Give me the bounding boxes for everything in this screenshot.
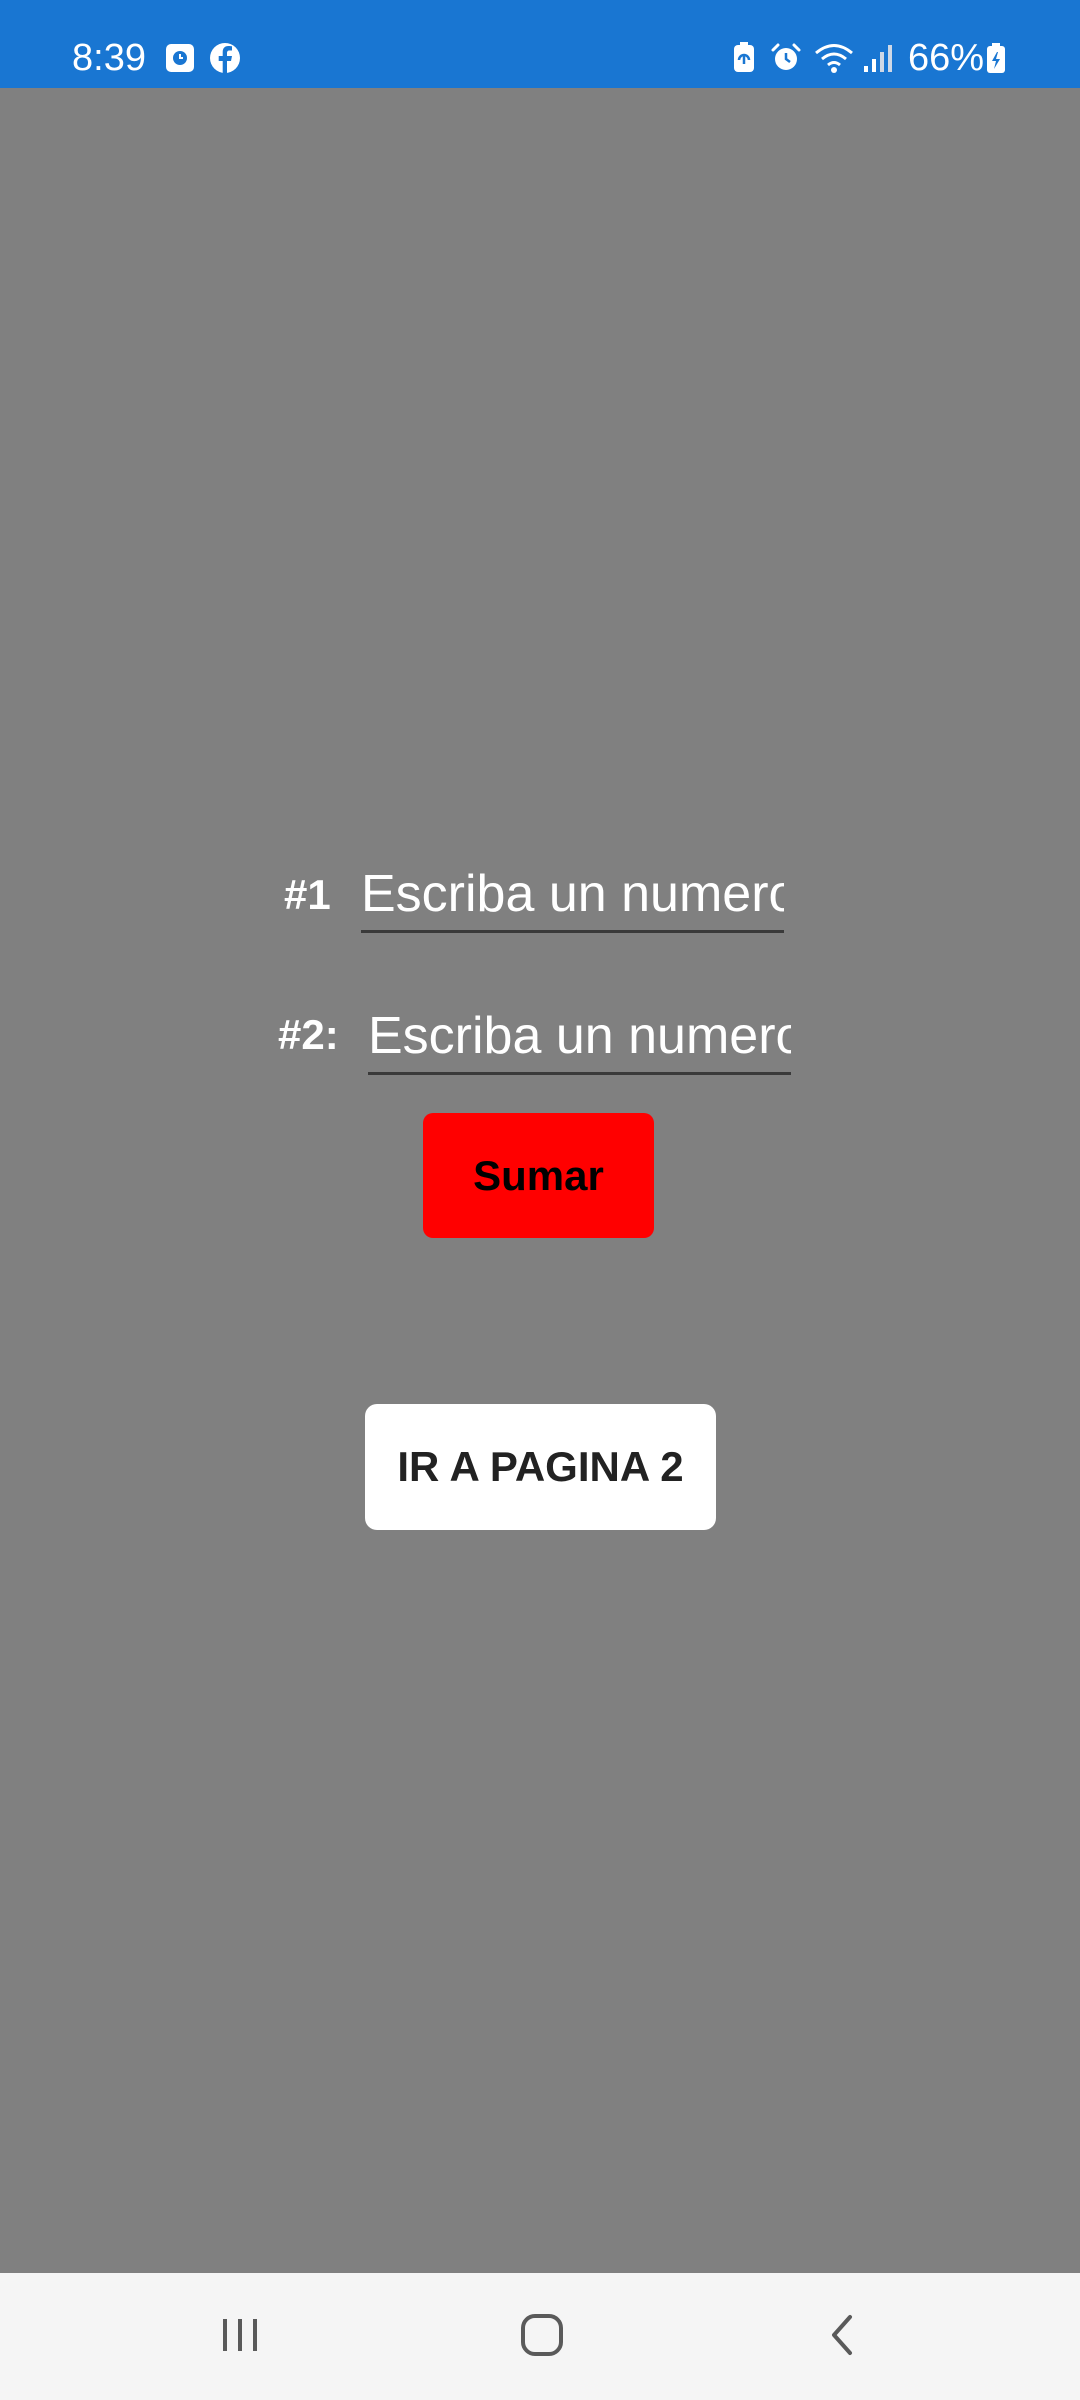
- go-to-page-2-button[interactable]: IR A PAGINA 2: [365, 1404, 716, 1530]
- app-screen: 8:39 66% #1 Escriba un numero #2: Escrib…: [0, 0, 1080, 2400]
- battery-percentage: 66%: [908, 37, 985, 79]
- battery-saver-icon: [728, 42, 760, 74]
- facebook-icon: [209, 42, 241, 74]
- alarm-icon: [770, 42, 802, 74]
- back-icon: [822, 2313, 866, 2362]
- notification-app-icon: [164, 42, 196, 74]
- status-time: 8:39: [72, 37, 146, 79]
- number-1-input[interactable]: [361, 858, 784, 933]
- signal-icon: [862, 42, 894, 74]
- home-button[interactable]: [482, 2293, 602, 2381]
- sumar-button[interactable]: Sumar: [423, 1113, 654, 1238]
- wifi-icon: [814, 42, 854, 74]
- navigation-bar: [0, 2273, 1080, 2400]
- back-button[interactable]: [784, 2293, 904, 2381]
- battery-charging-icon: [985, 42, 1007, 74]
- status-bar: 8:39 66%: [0, 0, 1080, 88]
- number-2-input[interactable]: [368, 1000, 791, 1075]
- number-1-label: #1: [284, 871, 331, 918]
- recent-apps-button[interactable]: [180, 2293, 300, 2381]
- number-2-label: #2:: [278, 1011, 339, 1058]
- home-icon: [519, 2312, 565, 2363]
- recent-apps-icon: [218, 2313, 262, 2362]
